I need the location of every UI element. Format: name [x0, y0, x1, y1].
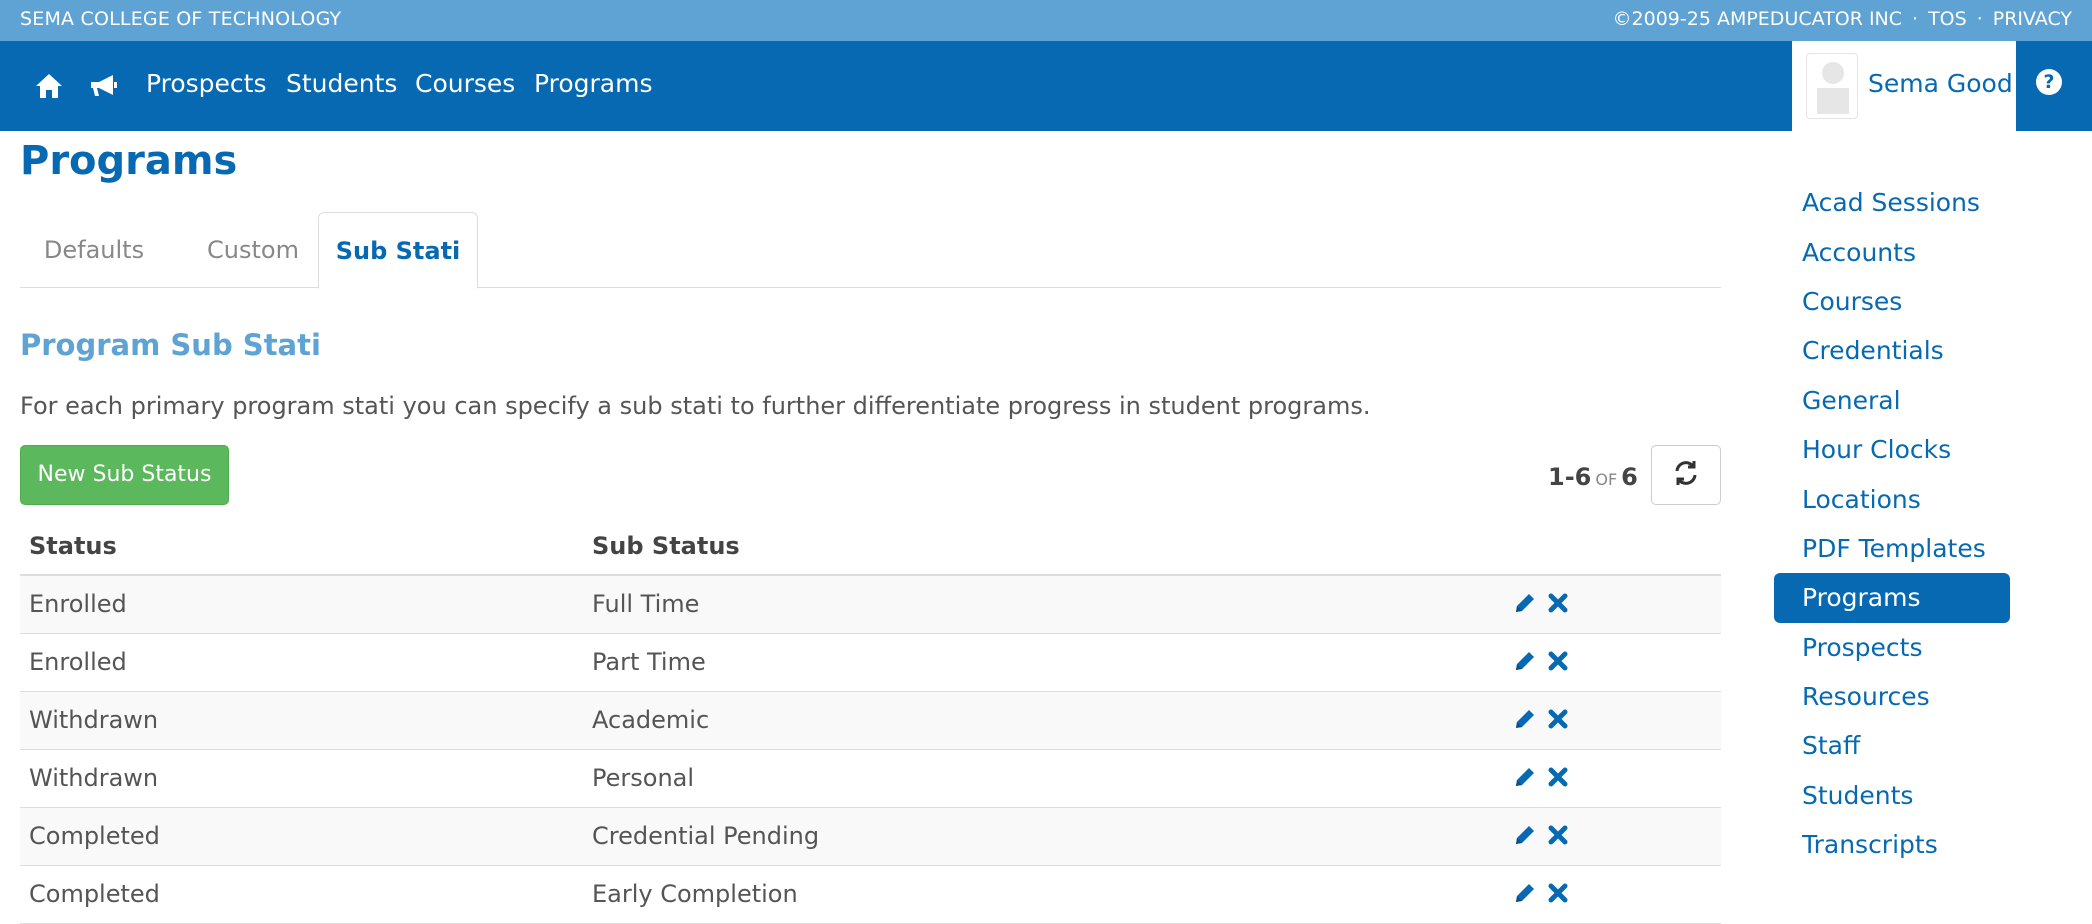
settings-sidebar: Acad Sessions Accounts Courses Credentials G… — [1774, 178, 2010, 869]
table-row: Withdrawn Academic — [20, 692, 1721, 750]
table-row: Completed Credential Pending — [20, 808, 1721, 866]
sub-status-cell: Full Time — [592, 590, 700, 618]
sidebar-item-accounts[interactable]: Accounts — [1774, 227, 2010, 276]
edit-icon[interactable] — [1512, 822, 1540, 850]
nav-students[interactable]: Students — [286, 69, 397, 98]
nav-prospects[interactable]: Prospects — [146, 69, 267, 98]
sidebar-item-courses[interactable]: Courses — [1774, 277, 2010, 326]
page-title: Programs — [20, 138, 238, 184]
main-nav: Prospects Students Courses Programs — [0, 41, 2092, 131]
privacy-link[interactable]: PRIVACY — [1993, 8, 2072, 30]
footer-links: ©2009-25 AMPEDUCATOR INC · TOS · PRIVACY — [1613, 8, 2072, 30]
table-row: Enrolled Full Time — [20, 576, 1721, 634]
pager-range: 1-6 — [1548, 463, 1592, 491]
delete-icon[interactable] — [1547, 882, 1571, 906]
avatar — [1806, 53, 1858, 119]
sidebar-item-students[interactable]: Students — [1774, 771, 2010, 820]
sidebar-item-general[interactable]: General — [1774, 376, 2010, 425]
table-row: Completed Early Completion — [20, 866, 1721, 924]
delete-icon[interactable] — [1547, 824, 1571, 848]
sub-status-cell: Early Completion — [592, 880, 798, 908]
status-cell: Completed — [29, 880, 160, 908]
new-sub-status-button[interactable]: New Sub Status — [20, 445, 229, 505]
sidebar-item-transcripts[interactable]: Transcripts — [1774, 820, 2010, 869]
pagination-info: 1-6 OF 6 — [1548, 463, 1638, 491]
edit-icon[interactable] — [1512, 880, 1540, 908]
delete-icon[interactable] — [1547, 650, 1571, 674]
nav-courses[interactable]: Courses — [415, 69, 515, 98]
sidebar-item-programs[interactable]: Programs — [1774, 573, 2010, 623]
section-description: For each primary program stati you can s… — [20, 392, 1371, 420]
edit-icon[interactable] — [1512, 590, 1540, 618]
sub-status-cell: Credential Pending — [592, 822, 820, 850]
sidebar-item-acad-sessions[interactable]: Acad Sessions — [1774, 178, 2010, 227]
user-menu[interactable]: Sema Good — [1792, 41, 2016, 131]
sidebar-item-hour-clocks[interactable]: Hour Clocks — [1774, 425, 2010, 474]
sidebar-item-prospects[interactable]: Prospects — [1774, 623, 2010, 672]
status-cell: Enrolled — [29, 590, 127, 618]
separator: · — [1912, 8, 1919, 30]
school-name: SEMA COLLEGE OF TECHNOLOGY — [20, 8, 342, 30]
table-row: Withdrawn Personal — [20, 750, 1721, 808]
edit-icon[interactable] — [1512, 648, 1540, 676]
sidebar-item-pdf-templates[interactable]: PDF Templates — [1774, 524, 2010, 573]
pager-of: OF — [1595, 470, 1618, 489]
help-icon[interactable]: ? — [2036, 69, 2062, 95]
refresh-icon — [1672, 459, 1700, 491]
pager-total: 6 — [1621, 463, 1638, 491]
sub-status-cell: Academic — [592, 706, 710, 734]
tab-sub-stati[interactable]: Sub Stati — [318, 212, 478, 289]
status-cell: Withdrawn — [29, 764, 159, 792]
user-name[interactable]: Sema Good — [1868, 69, 2013, 98]
sidebar-item-locations[interactable]: Locations — [1774, 474, 2010, 523]
nav-programs[interactable]: Programs — [534, 69, 653, 98]
edit-icon[interactable] — [1512, 764, 1540, 792]
sidebar-item-staff[interactable]: Staff — [1774, 721, 2010, 770]
refresh-button[interactable] — [1651, 445, 1721, 505]
status-cell: Withdrawn — [29, 706, 159, 734]
separator: · — [1976, 8, 1983, 30]
top-info-bar: SEMA COLLEGE OF TECHNOLOGY ©2009-25 AMPE… — [0, 0, 2092, 41]
column-header-status[interactable]: Status — [29, 532, 117, 560]
table-row: Enrolled Part Time — [20, 634, 1721, 692]
home-icon[interactable] — [32, 69, 66, 103]
sidebar-item-resources[interactable]: Resources — [1774, 672, 2010, 721]
status-cell: Completed — [29, 822, 160, 850]
sidebar-item-credentials[interactable]: Credentials — [1774, 326, 2010, 375]
delete-icon[interactable] — [1547, 708, 1571, 732]
delete-icon[interactable] — [1547, 766, 1571, 790]
tos-link[interactable]: TOS — [1928, 8, 1967, 30]
megaphone-icon[interactable] — [86, 69, 120, 103]
tab-bar: Defaults Custom Sub Stati — [20, 212, 1721, 289]
section-title: Program Sub Stati — [20, 328, 321, 362]
copyright-text: ©2009-25 AMPEDUCATOR INC — [1612, 8, 1903, 30]
edit-icon[interactable] — [1512, 706, 1540, 734]
sub-status-cell: Personal — [592, 764, 695, 792]
tab-defaults[interactable]: Defaults — [20, 212, 168, 288]
column-header-sub-status[interactable]: Sub Status — [592, 532, 740, 560]
sub-status-cell: Part Time — [592, 648, 706, 676]
status-cell: Enrolled — [29, 648, 127, 676]
tab-custom[interactable]: Custom — [168, 212, 338, 288]
sub-status-table: Status Sub Status Enrolled Full Time Enrol… — [20, 518, 1721, 924]
delete-icon[interactable] — [1547, 592, 1571, 616]
table-header: Status Sub Status — [20, 518, 1721, 576]
